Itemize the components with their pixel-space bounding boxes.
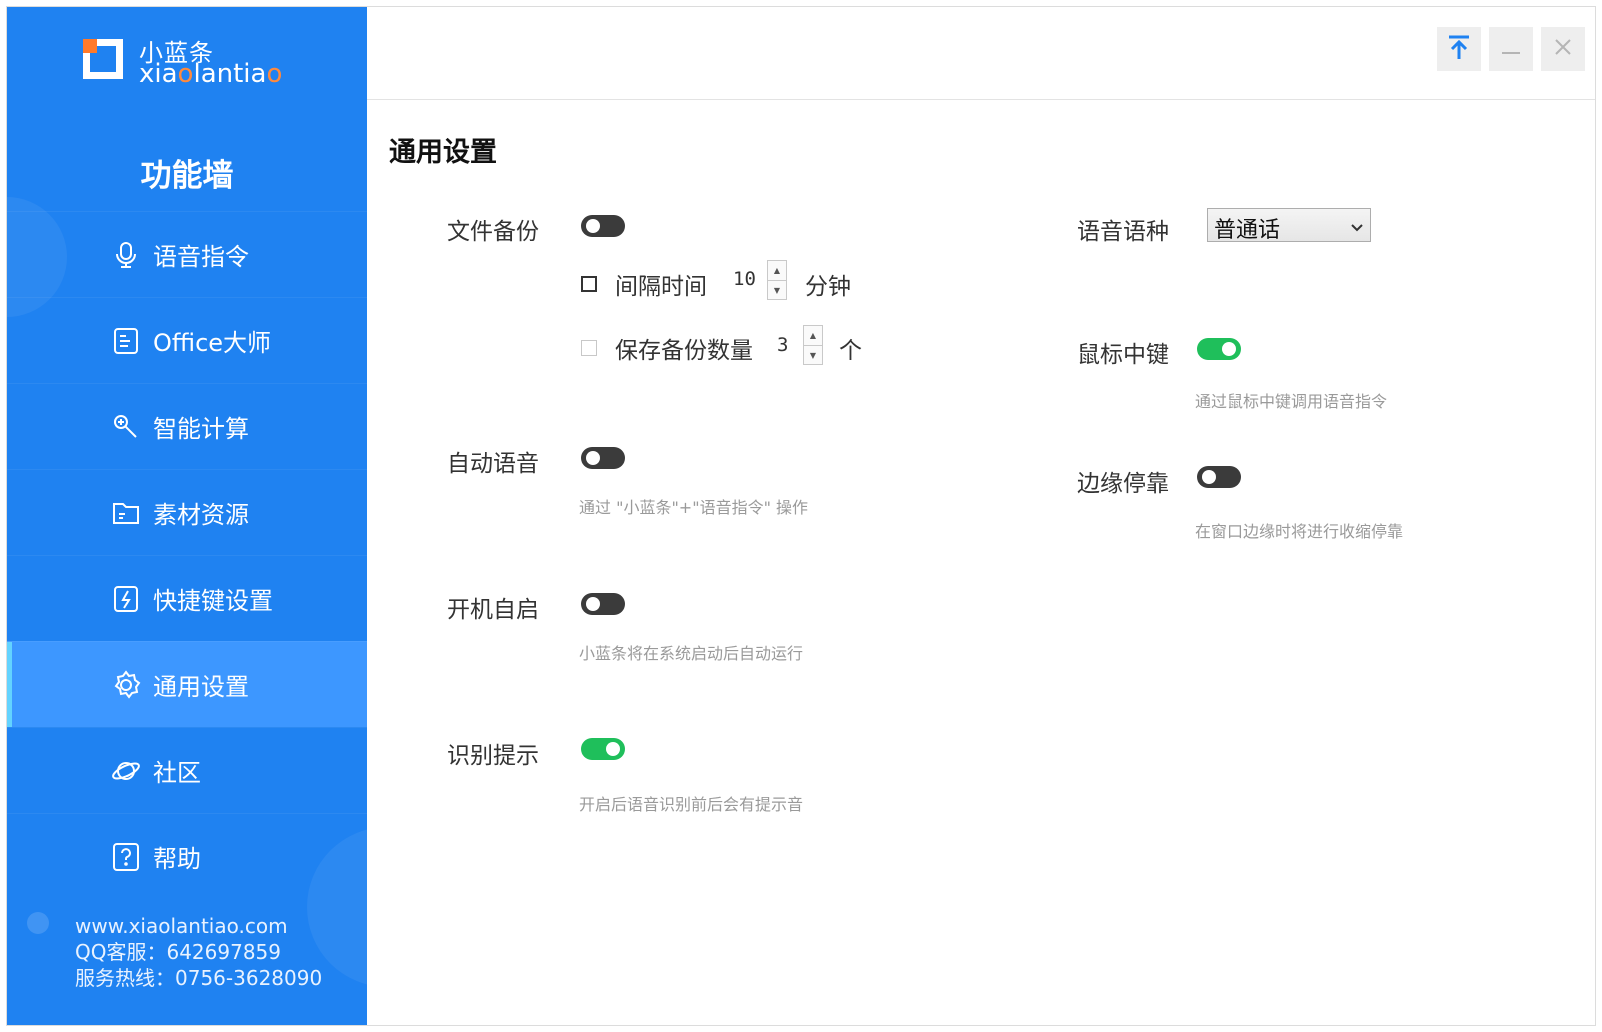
sidebar-item-smart-calc[interactable]: 智能计算 [7,383,367,469]
recognition-prompt-desc: 开启后语音识别前后会有提示音 [579,795,804,814]
interval-unit: 分钟 [805,274,851,300]
minimize-icon [1501,40,1521,59]
backup-count-label: 保存备份数量 [615,338,753,364]
middle-key-toggle[interactable] [1197,338,1241,360]
logo-text-en: xiaolantiao [139,59,283,89]
app-window: 小蓝条 xiaolantiao 功能墙 语音指令 Office大师 智能计算 素… [6,6,1596,1026]
language-select-value: 普通话 [1214,218,1281,243]
sidebar-item-office-master[interactable]: Office大师 [7,297,367,383]
backup-count-spinner[interactable]: ▲ ▼ [803,325,823,365]
sidebar-item-label: Office大师 [153,329,272,357]
page-title: 通用设置 [389,137,497,168]
spin-down-icon[interactable]: ▼ [804,345,822,365]
language-label: 语音语种 [1077,219,1169,245]
qq-support: QQ客服：642697859 [75,940,282,964]
sidebar-item-label: 社区 [153,759,201,787]
sidebar-item-general-settings[interactable]: 通用设置 [7,641,367,727]
interval-checkbox[interactable] [581,276,597,292]
sidebar-item-label: 快捷键设置 [153,587,273,615]
auto-start-desc: 小蓝条将在系统启动后自动运行 [579,644,804,663]
pin-top-button[interactable] [1437,27,1481,71]
settings-panel: 通用设置 文件备份 间隔时间 10 ▲ ▼ 分钟 保存备份数量 3 ▲ ▼ 个 … [367,100,1595,1025]
sidebar-item-label: 通用设置 [153,673,249,701]
file-backup-toggle[interactable] [581,215,625,237]
planet-icon [111,756,141,786]
microphone-icon [111,240,141,270]
sidebar-item-shortcuts[interactable]: 快捷键设置 [7,555,367,641]
sidebar-item-label: 智能计算 [153,415,249,443]
chevron-down-icon [1350,218,1364,237]
edge-dock-desc: 在窗口边缘时将进行收缩停靠 [1195,522,1404,541]
sidebar-title: 功能墙 [140,158,234,194]
sidebar-item-resources[interactable]: 素材资源 [7,469,367,555]
hotline: 服务热线：0756-3628090 [75,966,323,990]
auto-voice-label: 自动语音 [447,451,539,477]
title-bar [367,7,1595,100]
sidebar-footer: www.xiaolantiao.com QQ客服：642697859 服务热线：… [75,913,322,991]
close-button[interactable] [1541,27,1585,71]
auto-start-label: 开机自启 [447,597,539,623]
sidebar-item-voice-commands[interactable]: 语音指令 [7,211,367,297]
sidebar-nav: 语音指令 Office大师 智能计算 素材资源 快捷键设置 通用设置 社区 帮助 [7,211,367,899]
auto-voice-desc: 通过 "小蓝条"+"语音指令" 操作 [579,498,809,517]
minimize-button[interactable] [1489,27,1533,71]
document-icon [111,326,141,356]
middle-key-desc: 通过鼠标中键调用语音指令 [1195,392,1388,411]
background-decoration [27,912,49,934]
auto-start-toggle[interactable] [581,593,625,615]
folder-icon [111,498,141,528]
gear-icon [111,669,141,700]
help-icon [111,842,141,872]
sidebar-item-help[interactable]: 帮助 [7,813,367,899]
file-backup-label: 文件备份 [447,219,539,245]
close-icon [1554,38,1572,60]
spin-up-icon[interactable]: ▲ [804,326,822,345]
sidebar-item-label: 素材资源 [153,501,249,529]
recognition-prompt-toggle[interactable] [581,738,625,760]
logo-mark-icon [83,39,123,79]
auto-voice-toggle[interactable] [581,447,625,469]
sidebar-item-label: 帮助 [153,845,201,873]
website-link[interactable]: www.xiaolantiao.com [75,913,322,939]
interval-spinner[interactable]: ▲ ▼ [767,260,787,300]
sidebar-item-community[interactable]: 社区 [7,727,367,813]
spin-down-icon[interactable]: ▼ [768,280,786,300]
interval-label: 间隔时间 [615,274,707,300]
lightning-icon [111,584,141,614]
pin-top-icon [1447,34,1471,64]
recognition-prompt-label: 识别提示 [447,743,539,769]
spin-up-icon[interactable]: ▲ [768,261,786,280]
language-select[interactable]: 普通话 [1207,208,1371,243]
edge-dock-toggle[interactable] [1197,466,1241,488]
wrench-icon [111,412,141,442]
backup-count-value[interactable]: 3 [777,334,788,356]
sidebar-item-label: 语音指令 [153,243,249,271]
edge-dock-label: 边缘停靠 [1077,471,1169,497]
sidebar: 小蓝条 xiaolantiao 功能墙 语音指令 Office大师 智能计算 素… [7,7,367,1025]
interval-value[interactable]: 10 [733,268,756,290]
backup-count-checkbox[interactable] [581,340,597,356]
backup-count-unit: 个 [839,338,862,364]
middle-key-label: 鼠标中键 [1077,342,1169,368]
